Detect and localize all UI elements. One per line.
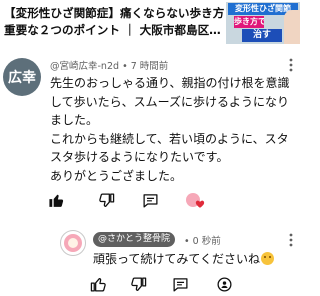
more-vertical-icon[interactable] bbox=[286, 58, 296, 72]
reply-like-button[interactable] bbox=[90, 276, 107, 293]
like-button[interactable] bbox=[48, 192, 65, 209]
comment-line: これからも継続して、若い頃のように、スタ bbox=[50, 131, 289, 146]
comment-actions bbox=[48, 192, 298, 212]
comment-line: して歩いたら、スムーズに歩けるようになり bbox=[50, 94, 290, 109]
thumbs-down-icon bbox=[130, 276, 147, 293]
reply-actions bbox=[90, 276, 290, 296]
meta-separator: • bbox=[122, 61, 128, 72]
comment-line: スタ歩けるようになりたいです。 bbox=[50, 150, 229, 165]
thumbnail-person bbox=[284, 10, 300, 44]
thumbnail-caption-bottom: 治す bbox=[242, 29, 282, 42]
comment-body: 先生のおっしゃる通り、親指の付け根を意識 して歩いたら、スムーズに歩けるようにな… bbox=[50, 74, 296, 186]
reply-dislike-button[interactable] bbox=[130, 276, 147, 293]
channel-owner-chip[interactable]: @さかとう整骨院 bbox=[93, 232, 176, 247]
thumbnail-caption-middle: 歩き方で bbox=[234, 16, 264, 28]
reply-reply-button[interactable] bbox=[172, 276, 189, 293]
creator-heart[interactable] bbox=[186, 192, 206, 210]
comment-time: 7 時間前 bbox=[130, 61, 169, 72]
comment-author[interactable]: @宮崎広幸-n2d bbox=[50, 61, 119, 72]
reply-avatar-face bbox=[68, 238, 78, 248]
comment-line: ました。 bbox=[50, 113, 99, 128]
video-title[interactable]: 【変形性ひざ関節症】痛くならない歩き方 重要な２つのポイント ｜ 大阪市都島区… bbox=[4, 5, 224, 39]
video-title-line1: 【変形性ひざ関節症】痛くならない歩き方 bbox=[4, 6, 225, 20]
video-header[interactable]: 【変形性ひざ関節症】痛くならない歩き方 重要な２つのポイント ｜ 大阪市都島区…… bbox=[0, 0, 300, 44]
meta-separator: • bbox=[184, 236, 190, 247]
video-thumbnail[interactable]: 変形性ひざ関節 歩き方で 治す bbox=[226, 2, 300, 44]
reply-time: 0 秒前 bbox=[192, 236, 221, 247]
share-icon bbox=[216, 276, 233, 293]
comment-meta: @宮崎広幸-n2d • 7 時間前 bbox=[50, 58, 168, 72]
thumbs-up-icon bbox=[90, 276, 107, 293]
reply-avatar[interactable] bbox=[60, 230, 86, 256]
reply-body: 頑張って続けてみてくださいね bbox=[93, 250, 275, 267]
reply-share-button[interactable] bbox=[216, 276, 233, 293]
reply-meta: • 0 秒前 bbox=[184, 233, 221, 247]
dislike-button[interactable] bbox=[98, 192, 115, 209]
creator-heart-icon bbox=[186, 192, 206, 210]
reply-button[interactable] bbox=[142, 192, 159, 209]
comment-line: 先生のおっしゃる通り、親指の付け根を意識 bbox=[50, 76, 290, 90]
video-title-line2: 重要な２つのポイント ｜ 大阪市都島区… bbox=[4, 23, 221, 37]
thumbs-down-icon bbox=[98, 192, 115, 209]
smile-emoji-icon bbox=[261, 252, 275, 265]
thumbs-up-icon bbox=[48, 192, 65, 209]
reply-body-text: 頑張って続けてみてくださいね bbox=[93, 252, 261, 266]
comment-line: ありがとうござました。 bbox=[50, 168, 183, 183]
more-vertical-icon[interactable] bbox=[286, 233, 296, 247]
comment-icon bbox=[172, 276, 189, 293]
commenter-avatar[interactable]: 広幸 bbox=[3, 58, 41, 96]
comment-icon bbox=[142, 192, 159, 209]
